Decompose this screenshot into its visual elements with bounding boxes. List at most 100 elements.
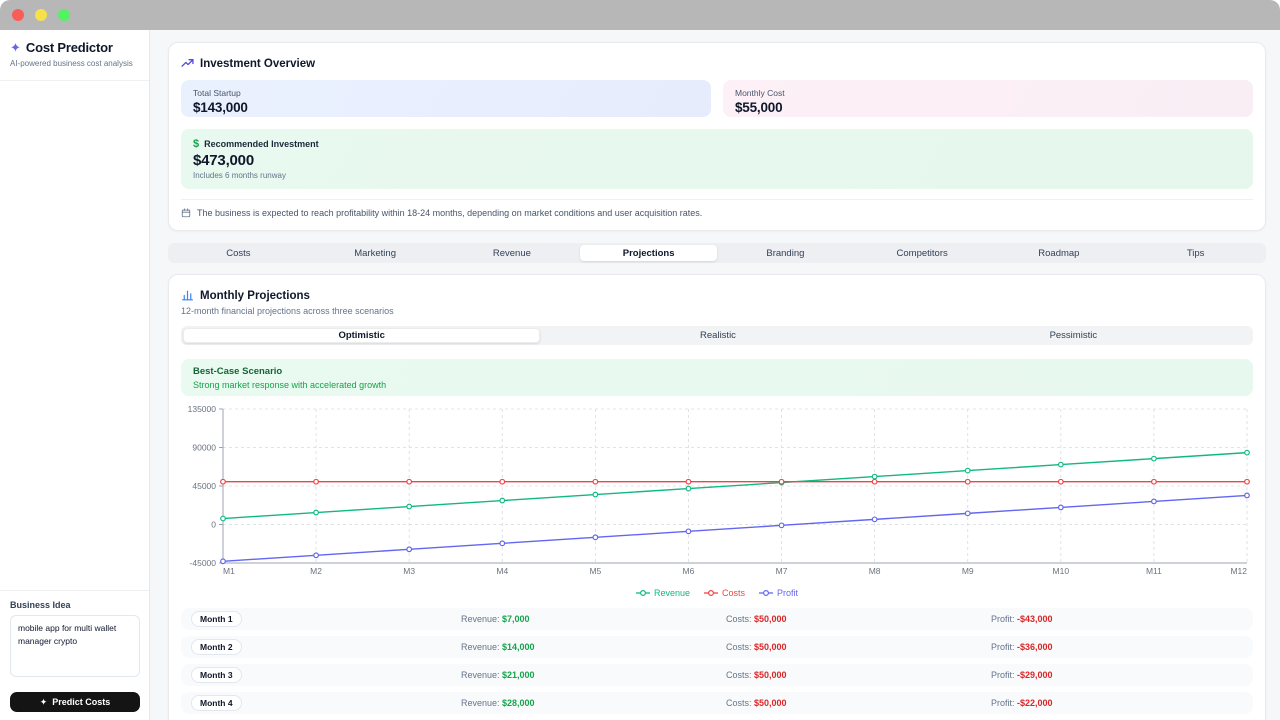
costs-cell: Costs: $50,000 bbox=[726, 698, 787, 708]
scenario-banner-subtitle: Strong market response with accelerated … bbox=[193, 380, 387, 390]
svg-text:M3: M3 bbox=[403, 566, 415, 576]
sparkles-icon: ✦ bbox=[39, 696, 48, 707]
app-shell: ✦ Cost Predictor AI-powered business cos… bbox=[0, 30, 1280, 720]
tab-revenue[interactable]: Revenue bbox=[444, 245, 581, 261]
scenario-tab-pessimistic[interactable]: Pessimistic bbox=[896, 328, 1251, 343]
projections-line-chart: -45000 0 45000 90000 135000 M1 M2 M3 M4 M5 M6 M7 M8 M… bbox=[181, 403, 1253, 584]
recommended-label: Recommended Investment bbox=[204, 139, 319, 149]
svg-text:M4: M4 bbox=[496, 566, 508, 576]
svg-text:M6: M6 bbox=[683, 566, 695, 576]
chart-legend: Revenue Costs Profit bbox=[181, 586, 1253, 600]
stat-value: $55,000 bbox=[735, 100, 783, 115]
revenue-cell: Revenue: $14,000 bbox=[461, 642, 535, 652]
main-content: Investment Overview Total Startup $143,0… bbox=[150, 30, 1280, 720]
tab-branding[interactable]: Branding bbox=[717, 245, 854, 261]
tab-projections[interactable]: Projections bbox=[580, 245, 717, 261]
svg-text:45000: 45000 bbox=[192, 481, 216, 491]
scenario-tabs: Optimistic Realistic Pessimistic bbox=[181, 326, 1253, 345]
business-idea-input[interactable]: mobile app for multi wallet manager cryp… bbox=[10, 615, 140, 677]
svg-text:M1: M1 bbox=[223, 566, 235, 576]
tab-roadmap[interactable]: Roadmap bbox=[991, 245, 1128, 261]
legend-item-costs: Costs bbox=[704, 588, 745, 598]
recommended-investment-box: $ Recommended Investment $473,000 Includ… bbox=[181, 129, 1253, 189]
calendar-icon bbox=[181, 208, 191, 218]
tab-tips[interactable]: Tips bbox=[1127, 245, 1264, 261]
stat-label: Total Startup bbox=[193, 88, 241, 98]
month-rows: Month 1 Revenue: $7,000 Costs: $50,000 Prof… bbox=[181, 608, 1253, 720]
svg-text:0: 0 bbox=[211, 520, 216, 530]
table-row: Month 3 Revenue: $21,000 Costs: $50,000 Pro… bbox=[181, 664, 1253, 686]
table-row: Month 2 Revenue: $14,000 Costs: $50,000 Pro… bbox=[181, 636, 1253, 658]
app-subtitle: AI-powered business cost analysis bbox=[10, 59, 133, 68]
profit-cell: Profit: -$29,000 bbox=[991, 670, 1053, 680]
monthly-projections-card: Monthly Projections 12-month financial p… bbox=[168, 274, 1266, 720]
business-idea-label: Business Idea bbox=[10, 600, 71, 610]
svg-text:90000: 90000 bbox=[192, 443, 216, 453]
stat-row: Total Startup $143,000 Monthly Cost $55,… bbox=[181, 80, 1253, 117]
zoom-window-button[interactable] bbox=[58, 9, 70, 21]
costs-cell: Costs: $50,000 bbox=[726, 614, 787, 624]
profitability-note: The business is expected to reach profit… bbox=[181, 199, 1253, 218]
bar-chart-icon bbox=[182, 290, 193, 301]
profit-cell: Profit: -$22,000 bbox=[991, 698, 1053, 708]
svg-text:M2: M2 bbox=[310, 566, 322, 576]
legend-marker-icon bbox=[759, 589, 774, 597]
legend-marker-icon bbox=[704, 589, 718, 597]
legend-marker-icon bbox=[635, 589, 650, 597]
trending-up-icon bbox=[181, 59, 194, 67]
svg-text:135000: 135000 bbox=[188, 404, 217, 414]
close-window-button[interactable] bbox=[12, 9, 24, 21]
predict-costs-button[interactable]: ✦ Predict Costs bbox=[10, 692, 140, 712]
revenue-cell: Revenue: $28,000 bbox=[461, 698, 535, 708]
window-titlebar bbox=[0, 0, 1280, 30]
svg-text:M12: M12 bbox=[1230, 566, 1247, 576]
month-badge: Month 3 bbox=[191, 667, 242, 683]
month-badge: Month 2 bbox=[191, 639, 242, 655]
minimize-window-button[interactable] bbox=[35, 9, 47, 21]
monthly-cost-stat: Monthly Cost $55,000 bbox=[723, 80, 1253, 117]
tab-competitors[interactable]: Competitors bbox=[854, 245, 991, 261]
sparkles-icon: ✦ bbox=[10, 40, 21, 55]
scenario-banner: Best-Case Scenario Strong market respons… bbox=[181, 359, 1253, 396]
costs-cell: Costs: $50,000 bbox=[726, 642, 787, 652]
recommended-value: $473,000 bbox=[193, 152, 254, 169]
svg-text:M10: M10 bbox=[1053, 566, 1070, 576]
recommended-sub: Includes 6 months runway bbox=[193, 171, 286, 180]
svg-text:M5: M5 bbox=[589, 566, 601, 576]
table-row: Month 4 Revenue: $28,000 Costs: $50,000 Pro… bbox=[181, 692, 1253, 714]
predict-costs-label: Predict Costs bbox=[52, 697, 111, 707]
revenue-cell: Revenue: $21,000 bbox=[461, 670, 535, 680]
scenario-tab-optimistic[interactable]: Optimistic bbox=[183, 328, 541, 343]
svg-text:M9: M9 bbox=[962, 566, 974, 576]
overview-title: Investment Overview bbox=[200, 57, 316, 70]
scenario-banner-title: Best-Case Scenario bbox=[193, 366, 283, 377]
total-startup-stat: Total Startup $143,000 bbox=[181, 80, 711, 117]
stat-value: $143,000 bbox=[193, 100, 248, 115]
svg-text:M8: M8 bbox=[869, 566, 881, 576]
stat-label: Monthly Cost bbox=[735, 88, 785, 98]
tab-marketing[interactable]: Marketing bbox=[307, 245, 444, 261]
svg-text:M7: M7 bbox=[776, 566, 788, 576]
scenario-tab-realistic[interactable]: Realistic bbox=[540, 328, 895, 343]
svg-text:M11: M11 bbox=[1146, 566, 1162, 576]
dollar-icon: $ bbox=[193, 138, 200, 150]
investment-overview-card: Investment Overview Total Startup $143,0… bbox=[168, 42, 1266, 231]
projections-title: Monthly Projections bbox=[200, 289, 310, 302]
month-badge: Month 4 bbox=[191, 695, 242, 711]
tab-costs[interactable]: Costs bbox=[170, 245, 307, 261]
table-row: Month 1 Revenue: $7,000 Costs: $50,000 Prof… bbox=[181, 608, 1253, 630]
profit-cell: Profit: -$36,000 bbox=[991, 642, 1053, 652]
legend-item-revenue: Revenue bbox=[635, 588, 690, 598]
app-title: Cost Predictor bbox=[25, 40, 113, 55]
month-badge: Month 1 bbox=[191, 611, 242, 627]
sidebar: ✦ Cost Predictor AI-powered business cos… bbox=[0, 30, 150, 720]
profit-cell: Profit: -$43,000 bbox=[991, 614, 1053, 624]
svg-text:-45000: -45000 bbox=[190, 558, 217, 568]
projections-subtitle: 12-month financial projections across th… bbox=[181, 306, 394, 316]
sidebar-header: ✦ Cost Predictor AI-powered business cos… bbox=[0, 30, 149, 81]
revenue-cell: Revenue: $7,000 bbox=[461, 614, 530, 624]
costs-cell: Costs: $50,000 bbox=[726, 670, 787, 680]
note-text: The business is expected to reach profit… bbox=[197, 208, 703, 218]
legend-item-profit: Profit bbox=[759, 588, 798, 598]
